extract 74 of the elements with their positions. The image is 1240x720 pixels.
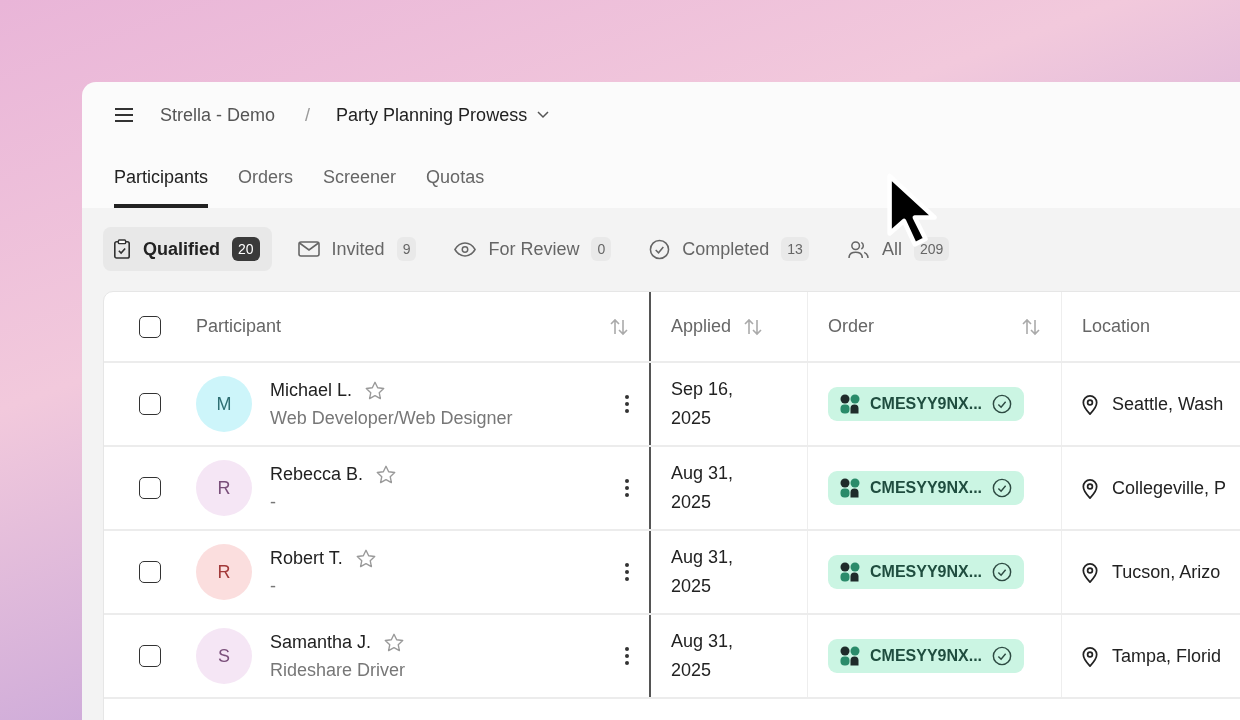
eye-icon — [454, 241, 477, 257]
filter-tab[interactable]: Invited 9 — [287, 227, 429, 271]
order-tag[interactable]: CMESYY9NX... — [828, 471, 1025, 505]
star-icon[interactable] — [375, 463, 398, 486]
count-badge: 9 — [396, 237, 417, 261]
check-circle-icon — [992, 646, 1013, 666]
column-header[interactable]: Applied — [651, 292, 808, 361]
order-tag[interactable]: CMESYY9NX... — [828, 387, 1025, 421]
check-circle-icon — [992, 562, 1013, 582]
applied-date: Aug 31, 2025 — [671, 462, 735, 514]
users-icon — [846, 239, 870, 259]
star-icon[interactable] — [354, 547, 377, 570]
mail-icon — [297, 241, 320, 257]
participant-name[interactable]: Robert T. — [270, 548, 343, 569]
participant-role: - — [270, 491, 277, 513]
count-badge: 0 — [591, 237, 612, 261]
more-options-icon[interactable] — [625, 647, 629, 665]
column-header[interactable]: Location — [1062, 292, 1240, 361]
shapes-icon — [840, 478, 860, 498]
map-pin-icon — [1082, 393, 1098, 415]
participant-name[interactable]: Rebecca B. — [270, 464, 364, 485]
more-options-icon[interactable] — [625, 479, 629, 497]
more-options-icon[interactable] — [625, 395, 629, 413]
check-circle-icon — [649, 238, 671, 260]
project-dropdown[interactable]: Party Planning Prowess — [336, 104, 550, 126]
menu-icon[interactable] — [114, 107, 134, 123]
location-text: Collegeville, P — [1112, 477, 1227, 499]
chevron-down-icon — [537, 111, 550, 119]
clipboard-check-icon — [113, 239, 131, 259]
applied-date: Aug 31, 2025 — [671, 546, 735, 598]
tab[interactable]: Orders — [238, 159, 294, 208]
check-circle-icon — [992, 394, 1013, 414]
map-pin-icon — [1082, 477, 1098, 499]
row-checkbox[interactable] — [139, 561, 161, 583]
filter-tab[interactable]: For Review 0 — [444, 227, 624, 271]
participant-name[interactable]: Samantha J. — [270, 632, 372, 653]
avatar: R — [196, 544, 252, 600]
applied-date: Aug 31, 2025 — [671, 630, 735, 682]
select-all-checkbox[interactable] — [139, 315, 161, 338]
more-options-icon[interactable] — [625, 563, 629, 581]
shapes-icon — [840, 394, 860, 414]
avatar: S — [196, 628, 252, 684]
participant-name[interactable]: Michael L. — [270, 380, 353, 401]
participant-role: Rideshare Driver — [270, 659, 407, 681]
check-circle-icon — [992, 478, 1013, 498]
filter-tab[interactable]: Completed 13 — [639, 227, 821, 271]
star-icon[interactable] — [383, 631, 406, 654]
location-text: Tampa, Florid — [1112, 645, 1222, 667]
row-checkbox[interactable] — [139, 477, 161, 499]
avatar: M — [196, 376, 252, 432]
count-badge: 20 — [232, 237, 260, 261]
breadcrumb-separator: / — [305, 104, 311, 126]
order-tag[interactable]: CMESYY9NX... — [828, 639, 1025, 673]
location-text: Tucson, Arizo — [1112, 561, 1221, 583]
filter-tab[interactable]: Qualified 20 — [103, 227, 272, 271]
shapes-icon — [840, 646, 860, 666]
workspace-link[interactable]: Strella - Demo — [160, 104, 276, 126]
column-header[interactable]: Participant — [176, 292, 651, 361]
shapes-icon — [840, 562, 860, 582]
tab[interactable]: Screener — [323, 159, 397, 208]
order-tag[interactable]: CMESYY9NX... — [828, 555, 1025, 589]
participant-role: Web Developer/Web Designer — [270, 407, 514, 429]
applied-date: Sep 16, 2025 — [671, 378, 735, 430]
count-badge: 13 — [781, 237, 809, 261]
participant-role: - — [270, 575, 277, 597]
avatar: R — [196, 460, 252, 516]
map-pin-icon — [1082, 561, 1098, 583]
star-icon[interactable] — [364, 379, 387, 402]
column-header[interactable]: Order — [808, 292, 1062, 361]
tab[interactable]: Quotas — [426, 159, 485, 208]
row-checkbox[interactable] — [139, 645, 161, 667]
row-checkbox[interactable] — [139, 393, 161, 415]
location-text: Seattle, Wash — [1112, 393, 1224, 415]
map-pin-icon — [1082, 645, 1098, 667]
